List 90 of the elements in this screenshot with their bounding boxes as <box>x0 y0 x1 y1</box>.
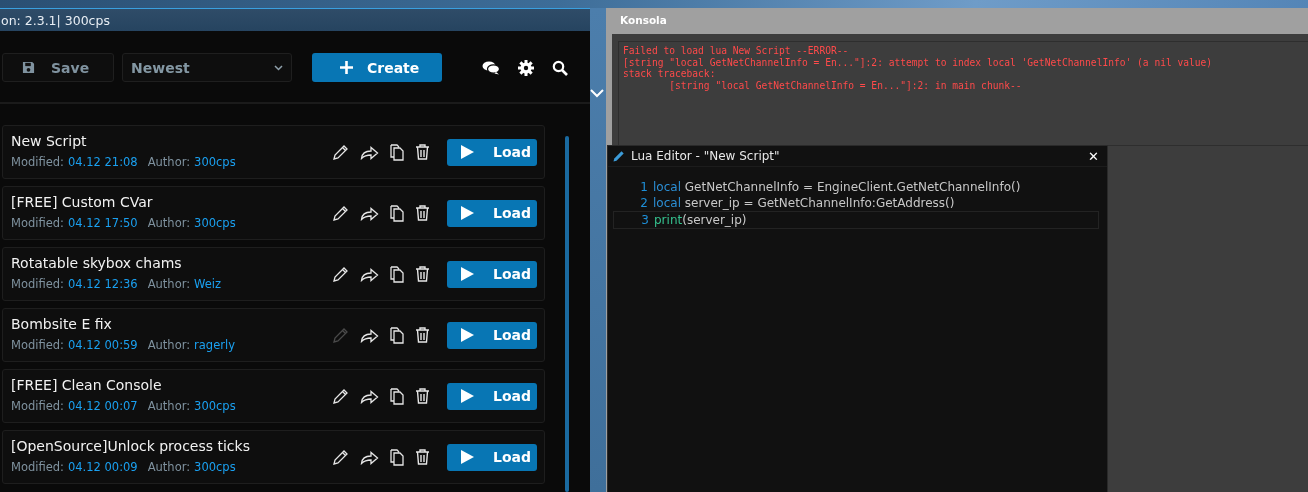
modified-date: 04.12 17:50 <box>67 215 138 230</box>
copy-icon[interactable] <box>390 326 404 344</box>
script-name: Rotatable skybox chams <box>11 254 183 271</box>
trash-icon[interactable] <box>415 388 430 404</box>
play-icon <box>461 144 474 160</box>
author-name: 300cps <box>194 459 236 474</box>
author-name: 300cps <box>194 154 236 169</box>
share-arrow-icon[interactable] <box>360 388 379 404</box>
modified-date: 04.12 12:36 <box>67 276 138 291</box>
author-name: Weiz <box>194 276 222 291</box>
modified-label: Modified: <box>11 459 64 474</box>
author-name: ragerly <box>194 337 235 352</box>
script-name: [OpenSource]Unlock process ticks <box>11 437 250 454</box>
load-button[interactable]: Load <box>447 199 537 227</box>
author-name: 300cps <box>194 215 236 230</box>
load-button[interactable]: Load <box>447 260 537 288</box>
author-label: Author: <box>147 459 191 474</box>
copy-icon[interactable] <box>390 448 404 466</box>
copy-icon[interactable] <box>390 143 404 161</box>
copy-icon[interactable] <box>390 265 404 283</box>
modified-date: 04.12 00:09 <box>67 459 138 474</box>
script-name: Bombsite E fix <box>11 315 113 332</box>
share-arrow-icon[interactable] <box>360 205 379 221</box>
modified-label: Modified: <box>11 276 64 291</box>
play-icon <box>461 266 474 282</box>
author-label: Author: <box>147 215 191 230</box>
author-label: Author: <box>147 337 191 352</box>
line-number: 3 <box>640 213 650 227</box>
code-line: print(server_ip) <box>654 213 747 227</box>
error-line: [string "local GetNetChannelInfo = En..."]:2: attempt to index local 'GetNetChannelInfo' (a nil value) <box>623 56 1214 68</box>
script-name: [FREE] Custom CVar <box>11 193 154 210</box>
chevron-down-icon <box>274 64 283 71</box>
trash-icon[interactable] <box>415 266 430 282</box>
chat-bubbles-icon[interactable] <box>482 60 500 75</box>
console-title: Konsola <box>620 14 667 26</box>
trash-icon[interactable] <box>415 449 430 465</box>
editor-title: Lua Editor - "New Script" <box>631 149 781 163</box>
author-label: Author: <box>147 398 191 413</box>
plus-icon <box>340 61 353 74</box>
pencil-icon[interactable] <box>332 448 349 466</box>
play-icon <box>461 388 474 404</box>
line-number: 1 <box>639 180 649 194</box>
pencil-icon[interactable] <box>332 265 349 283</box>
error-line: stack traceback: <box>623 68 717 80</box>
copy-icon[interactable] <box>390 204 404 222</box>
author-name: 300cps <box>194 398 236 413</box>
save-button[interactable]: Save <box>2 53 114 82</box>
pencil-icon[interactable] <box>332 143 349 161</box>
settings-icon[interactable] <box>518 59 534 76</box>
trash-icon[interactable] <box>415 144 430 160</box>
load-button[interactable]: Load <box>447 138 537 166</box>
play-icon <box>461 205 474 221</box>
close-button[interactable]: ✕ <box>1088 148 1099 164</box>
play-icon <box>461 449 474 465</box>
modified-label: Modified: <box>11 215 64 230</box>
trash-icon[interactable] <box>415 205 430 221</box>
load-button[interactable]: Load <box>447 443 537 471</box>
pencil-icon[interactable] <box>332 387 349 405</box>
code-line: local server_ip = GetNetChannelInfo:GetAddress() <box>653 196 955 210</box>
modified-label: Modified: <box>11 398 64 413</box>
modified-label: Modified: <box>11 337 64 352</box>
chevron-down-icon[interactable] <box>590 89 604 98</box>
pencil-icon[interactable] <box>332 204 349 222</box>
modified-date: 04.12 00:59 <box>67 337 138 352</box>
share-arrow-icon[interactable] <box>360 327 379 343</box>
create-button[interactable]: Create <box>312 53 442 82</box>
modified-label: Modified: <box>11 154 64 169</box>
code-line: local GetNetChannelInfo = EngineClient.GetNetChannelInfo() <box>653 180 1021 194</box>
modified-date: 04.12 21:08 <box>67 154 138 169</box>
error-line: [string "local GetNetChannelInfo = En..."]:2: in main chunk-- <box>668 79 1023 91</box>
share-arrow-icon[interactable] <box>360 449 379 465</box>
author-label: Author: <box>147 276 191 291</box>
load-button[interactable]: Load <box>447 382 537 410</box>
play-icon <box>461 327 474 343</box>
copy-icon[interactable] <box>390 387 404 405</box>
script-name: [FREE] Clean Console <box>11 376 163 393</box>
scrollbar[interactable] <box>565 136 569 492</box>
search-icon[interactable] <box>552 59 568 76</box>
author-label: Author: <box>147 154 191 169</box>
share-arrow-icon[interactable] <box>360 144 379 160</box>
share-arrow-icon[interactable] <box>360 266 379 282</box>
sort-dropdown[interactable]: Newest <box>122 53 292 82</box>
error-line: Failed to load lua New Script --ERROR-- <box>623 45 850 57</box>
script-name: New Script <box>11 132 88 149</box>
trash-icon[interactable] <box>415 327 430 343</box>
window-title: on: 2.3.1| 300cps <box>0 12 110 28</box>
line-number: 2 <box>639 196 649 210</box>
pencil-icon <box>613 150 625 162</box>
modified-date: 04.12 00:07 <box>67 398 138 413</box>
load-button[interactable]: Load <box>447 321 537 349</box>
